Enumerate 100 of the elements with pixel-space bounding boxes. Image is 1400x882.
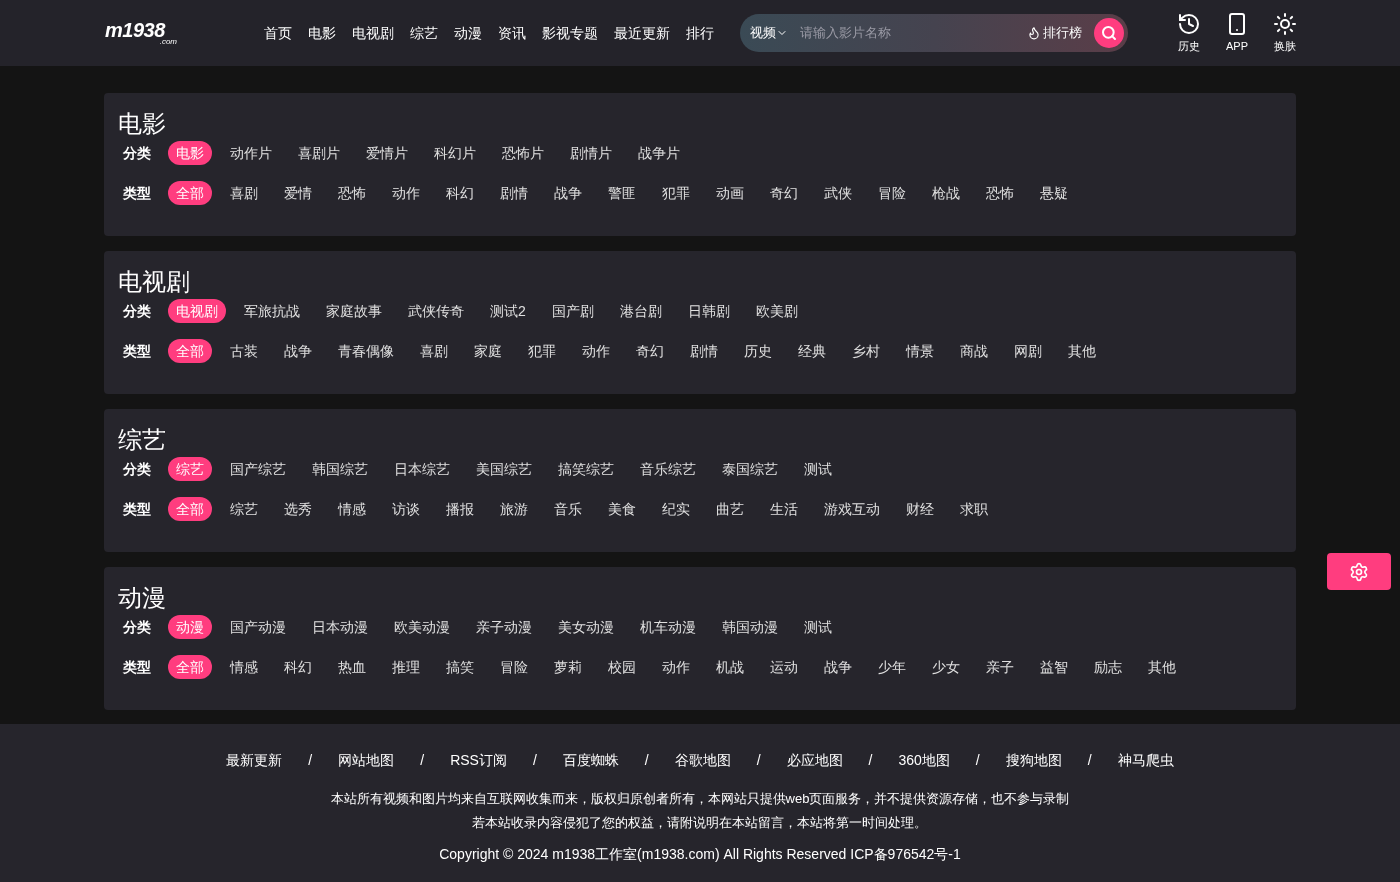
- filter-tag[interactable]: 家庭: [466, 339, 510, 363]
- filter-tag[interactable]: 励志: [1086, 655, 1130, 679]
- filter-tag[interactable]: 测试: [796, 615, 840, 639]
- filter-tag[interactable]: 曲艺: [708, 497, 752, 521]
- filter-tag[interactable]: 科幻: [276, 655, 320, 679]
- filter-tag[interactable]: 动作片: [222, 141, 280, 165]
- footer-link[interactable]: RSS订阅: [450, 750, 507, 771]
- footer-link[interactable]: 必应地图: [786, 750, 843, 771]
- filter-tag[interactable]: 测试: [796, 457, 840, 481]
- nav-link[interactable]: 综艺: [410, 22, 438, 44]
- search-field[interactable]: 视频 请输入影片名称 排行榜: [740, 14, 1128, 52]
- filter-tag[interactable]: 情感: [222, 655, 266, 679]
- filter-tag[interactable]: 喜剧: [412, 339, 456, 363]
- filter-tag[interactable]: 音乐: [546, 497, 590, 521]
- filter-tag[interactable]: 战争: [816, 655, 860, 679]
- filter-tag[interactable]: 泰国综艺: [714, 457, 786, 481]
- settings-button[interactable]: [1327, 553, 1391, 590]
- toolbar-button[interactable]: APP: [1222, 11, 1252, 55]
- filter-tag[interactable]: 剧情: [492, 181, 536, 205]
- filter-tag[interactable]: 美国综艺: [468, 457, 540, 481]
- footer-link[interactable]: 搜狗地图: [1005, 750, 1062, 771]
- filter-tag[interactable]: 美女动漫: [550, 615, 622, 639]
- nav-link[interactable]: 电影: [308, 22, 336, 44]
- filter-tag[interactable]: 播报: [438, 497, 482, 521]
- filter-tag[interactable]: 武侠传奇: [400, 299, 472, 323]
- filter-tag[interactable]: 益智: [1032, 655, 1076, 679]
- filter-tag[interactable]: 科幻片: [426, 141, 484, 165]
- filter-tag[interactable]: 经典: [790, 339, 834, 363]
- filter-tag[interactable]: 剧情片: [562, 141, 620, 165]
- footer-link[interactable]: 360地图: [898, 750, 950, 771]
- filter-tag[interactable]: 选秀: [276, 497, 320, 521]
- filter-tag[interactable]: 韩国综艺: [304, 457, 376, 481]
- filter-tag[interactable]: 国产动漫: [222, 615, 294, 639]
- filter-tag[interactable]: 综艺: [222, 497, 266, 521]
- filter-tag[interactable]: 生活: [762, 497, 806, 521]
- filter-tag[interactable]: 欧美剧: [747, 299, 806, 323]
- footer-link[interactable]: 百度蜘蛛: [562, 750, 619, 771]
- nav-link[interactable]: 资讯: [498, 22, 526, 44]
- filter-tag[interactable]: 战争: [546, 181, 590, 205]
- filter-tag[interactable]: 恐怖片: [494, 141, 552, 165]
- filter-tag[interactable]: 欧美动漫: [386, 615, 458, 639]
- filter-tag[interactable]: 日本综艺: [386, 457, 458, 481]
- filter-tag[interactable]: 奇幻: [628, 339, 672, 363]
- filter-tag[interactable]: 网剧: [1006, 339, 1050, 363]
- filter-tag[interactable]: 冒险: [870, 181, 914, 205]
- filter-tag[interactable]: 剧情: [682, 339, 726, 363]
- filter-tag[interactable]: 音乐综艺: [632, 457, 704, 481]
- filter-tag[interactable]: 亲子动漫: [468, 615, 540, 639]
- filter-tag[interactable]: 冒险: [492, 655, 536, 679]
- filter-tag[interactable]: 动作: [654, 655, 698, 679]
- filter-tag[interactable]: 动作: [574, 339, 618, 363]
- filter-tag[interactable]: 热血: [330, 655, 374, 679]
- filter-tag[interactable]: 搞笑综艺: [550, 457, 622, 481]
- filter-tag[interactable]: 情景: [898, 339, 942, 363]
- filter-tag[interactable]: 科幻: [438, 181, 482, 205]
- footer-link[interactable]: 神马爬虫: [1117, 750, 1174, 771]
- filter-tag[interactable]: 枪战: [924, 181, 968, 205]
- filter-tag[interactable]: 运动: [762, 655, 806, 679]
- scope-dropdown[interactable]: 视频: [750, 23, 788, 43]
- nav-link[interactable]: 首页: [264, 22, 292, 44]
- filter-tag[interactable]: 机车动漫: [632, 615, 704, 639]
- filter-tag[interactable]: 萝莉: [546, 655, 590, 679]
- filter-tag[interactable]: 求职: [952, 497, 996, 521]
- filter-tag[interactable]: 古装: [222, 339, 266, 363]
- filter-tag[interactable]: 其他: [1140, 655, 1184, 679]
- filter-tag[interactable]: 国产综艺: [222, 457, 294, 481]
- filter-tag[interactable]: 历史: [736, 339, 780, 363]
- filter-tag[interactable]: 恐怖: [978, 181, 1022, 205]
- nav-link[interactable]: 最近更新: [614, 22, 670, 44]
- filter-tag[interactable]: 日韩剧: [679, 299, 738, 323]
- filter-tag[interactable]: 奇幻: [762, 181, 806, 205]
- footer-link[interactable]: 最新更新: [226, 750, 283, 771]
- filter-tag[interactable]: 警匪: [600, 181, 644, 205]
- filter-tag[interactable]: 美食: [600, 497, 644, 521]
- footer-link[interactable]: 谷歌地图: [674, 750, 731, 771]
- filter-tag[interactable]: 亲子: [978, 655, 1022, 679]
- filter-tag[interactable]: 喜剧片: [290, 141, 348, 165]
- nav-link[interactable]: 动漫: [454, 22, 482, 44]
- filter-tag[interactable]: 武侠: [816, 181, 860, 205]
- filter-tag[interactable]: 推理: [384, 655, 428, 679]
- filter-tag[interactable]: 爱情片: [358, 141, 416, 165]
- filter-tag[interactable]: 游戏互动: [816, 497, 888, 521]
- filter-tag[interactable]: 喜剧: [222, 181, 266, 205]
- search-button[interactable]: [1094, 18, 1124, 48]
- filter-tag[interactable]: 情感: [330, 497, 374, 521]
- filter-tag[interactable]: 犯罪: [654, 181, 698, 205]
- filter-tag[interactable]: 青春偶像: [330, 339, 402, 363]
- toolbar-button[interactable]: 历史: [1174, 11, 1204, 55]
- filter-tag[interactable]: 犯罪: [520, 339, 564, 363]
- filter-tag[interactable]: 战争片: [630, 141, 688, 165]
- filter-tag[interactable]: 恐怖: [330, 181, 374, 205]
- filter-tag[interactable]: 搞笑: [438, 655, 482, 679]
- toolbar-button[interactable]: 换肤: [1270, 11, 1300, 55]
- filter-tag[interactable]: 日本动漫: [304, 615, 376, 639]
- filter-tag[interactable]: 机战: [708, 655, 752, 679]
- filter-tag[interactable]: 少女: [924, 655, 968, 679]
- filter-tag[interactable]: 测试2: [482, 299, 534, 323]
- filter-tag[interactable]: 韩国动漫: [714, 615, 786, 639]
- filter-tag[interactable]: 家庭故事: [318, 299, 390, 323]
- nav-link[interactable]: 排行: [686, 22, 714, 44]
